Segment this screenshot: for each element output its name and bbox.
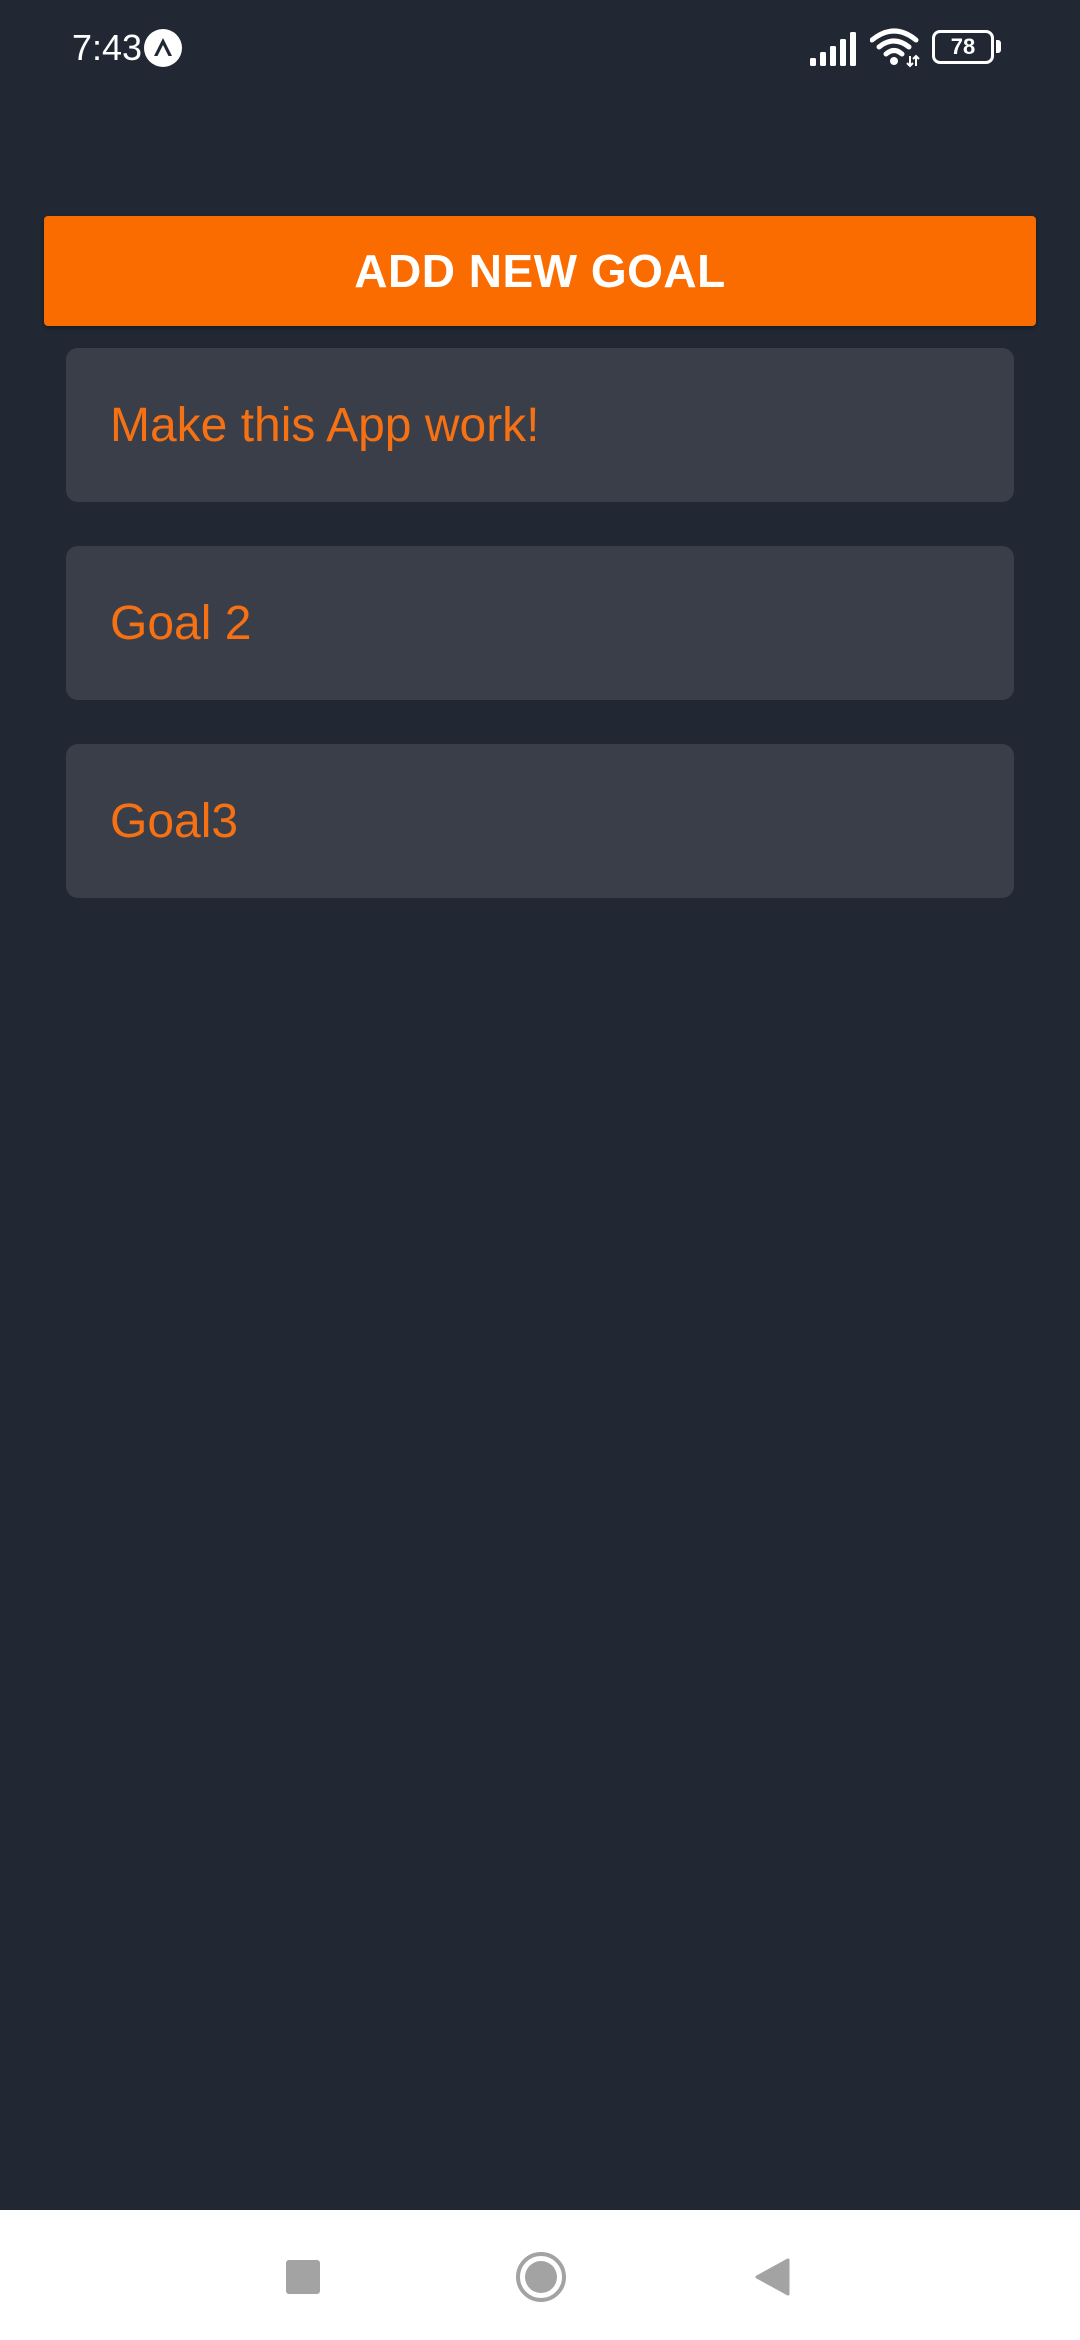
app-screen: 7:43 78 ADD NEW GOAL Make this App work!…	[0, 0, 1080, 2340]
battery-level: 78	[950, 34, 976, 59]
goal-item[interactable]: Make this App work!	[66, 348, 1014, 502]
goal-item[interactable]: Goal3	[66, 744, 1014, 898]
status-time: 7:43	[72, 27, 143, 68]
add-new-goal-button[interactable]: ADD NEW GOAL	[44, 216, 1036, 326]
goal-text: Goal3	[110, 794, 239, 848]
home-icon[interactable]	[516, 2252, 566, 2302]
signal-icon	[808, 32, 860, 66]
battery-icon: 78	[932, 30, 1002, 64]
battery-tip	[996, 40, 1001, 53]
wifi-icon	[869, 28, 920, 68]
navigation-bar	[0, 2210, 1080, 2340]
recents-icon[interactable]	[286, 2260, 320, 2294]
expo-icon	[144, 29, 182, 67]
home-icon-inner	[525, 2261, 557, 2293]
goal-text: Make this App work!	[110, 398, 540, 452]
goal-item[interactable]: Goal 2	[66, 546, 1014, 700]
back-icon[interactable]	[754, 2258, 790, 2296]
goal-text: Goal 2	[110, 596, 252, 650]
status-bar: 7:43 78	[0, 0, 1080, 100]
goal-list: Make this App work! Goal 2 Goal3	[66, 348, 1014, 942]
